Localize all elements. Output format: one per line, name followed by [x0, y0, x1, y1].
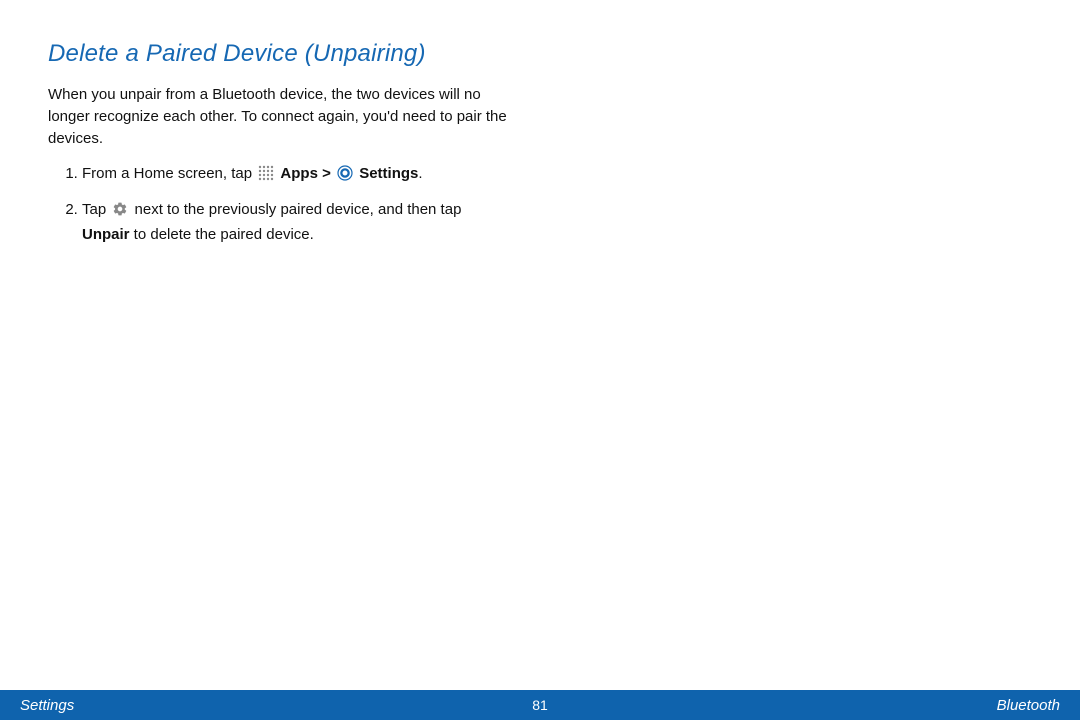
footer-left: Settings [20, 697, 74, 714]
footer-page-number: 81 [532, 697, 548, 713]
section-heading: Delete a Paired Device (Unpairing) [48, 40, 512, 68]
step-2-text-c: to delete the paired device. [130, 226, 314, 243]
step-1: From a Home screen, tap Apps > [82, 163, 512, 189]
step-2-unpair-label: Unpair [82, 226, 130, 243]
step-1-settings-label: Settings [359, 165, 418, 182]
gear-icon [112, 201, 128, 225]
intro-paragraph: When you unpair from a Bluetooth device,… [48, 84, 512, 149]
step-2-text-a: Tap [82, 201, 110, 218]
step-1-text-a: From a Home screen, tap [82, 165, 256, 182]
step-1-apps-label: Apps > [280, 165, 335, 182]
settings-gear-icon [337, 165, 353, 189]
step-1-end: . [418, 165, 422, 182]
steps-list: From a Home screen, tap Apps > [48, 163, 512, 247]
page-footer: Settings 81 Bluetooth [0, 690, 1080, 720]
content-column: Delete a Paired Device (Unpairing) When … [0, 0, 560, 247]
step-2-text-b: next to the previously paired device, an… [135, 201, 462, 218]
manual-page: Delete a Paired Device (Unpairing) When … [0, 0, 1080, 720]
footer-right: Bluetooth [997, 697, 1060, 714]
apps-grid-icon [258, 165, 274, 189]
step-2: Tap next to the previously paired device… [82, 199, 512, 247]
